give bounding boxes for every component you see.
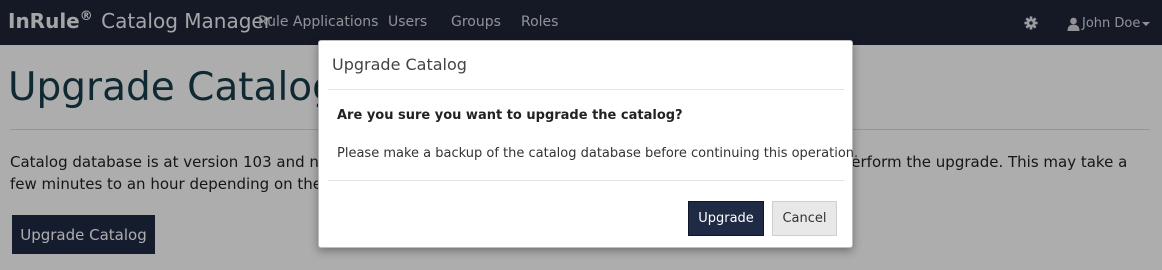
dialog-footer-divider bbox=[328, 180, 844, 181]
dialog-note: Please make a backup of the catalog data… bbox=[337, 146, 859, 161]
dialog-question: Are you sure you want to upgrade the cat… bbox=[337, 108, 683, 123]
cancel-button[interactable]: Cancel bbox=[772, 201, 837, 236]
confirm-upgrade-dialog: Upgrade Catalog Are you sure you want to… bbox=[318, 40, 858, 248]
confirm-upgrade-button[interactable]: Upgrade bbox=[688, 201, 764, 236]
dialog-title: Upgrade Catalog bbox=[332, 55, 467, 74]
dialog-header-divider bbox=[328, 89, 844, 90]
